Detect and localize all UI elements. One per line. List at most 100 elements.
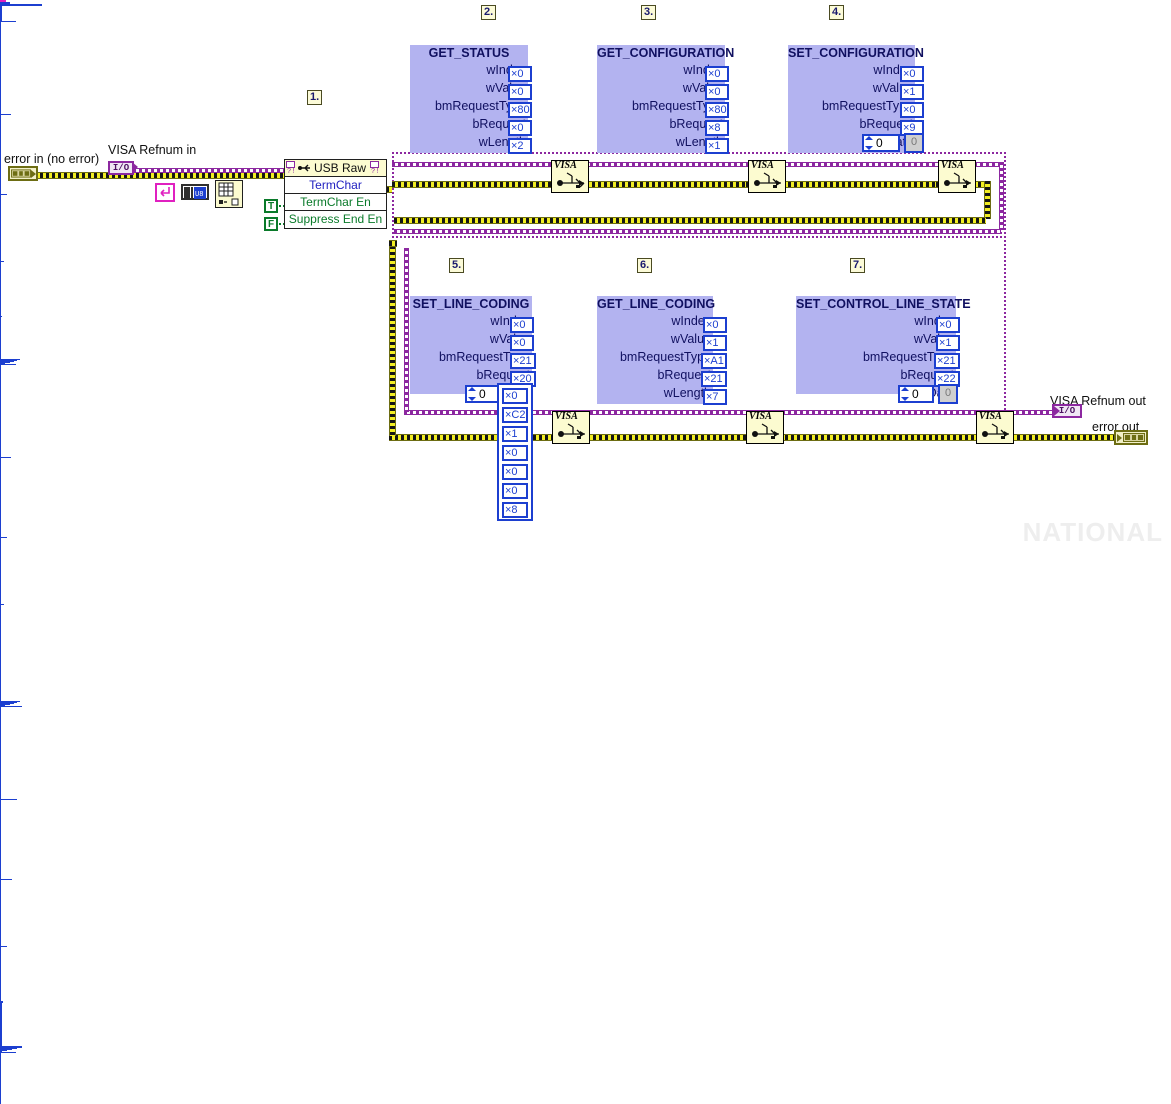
label-bmrequesttype: bmRequestType <box>619 350 711 364</box>
visa-bus-bottom <box>404 410 1004 415</box>
constant-wvalue[interactable]: ×0 <box>705 84 729 100</box>
frame-number-1: 1. <box>307 90 323 105</box>
constant-bmrequesttype[interactable]: ×0 <box>900 102 924 118</box>
constant-wvalue[interactable]: ×1 <box>936 335 960 351</box>
constant-brequest[interactable]: ×8 <box>705 120 729 136</box>
data-numeric-control-4[interactable]: 0 <box>862 134 900 152</box>
error-wire-main <box>34 172 284 179</box>
array-item-3[interactable]: ×0 <box>502 445 528 461</box>
constant-windex[interactable]: ×0 <box>508 66 532 82</box>
data-value: 0 <box>479 387 486 401</box>
panel-title-set-configuration: SET_CONFIGURATION <box>788 46 924 60</box>
usb-transfer-icon-5 <box>558 423 585 439</box>
data-array-display-4[interactable]: 0 <box>904 133 924 153</box>
usb-raw-header: ?! USB Raw ?! <box>285 160 386 177</box>
frame-number-6: 6. <box>637 258 653 273</box>
array-item-1[interactable]: ×C2 <box>502 407 528 423</box>
data-numeric-control-7[interactable]: 0 <box>898 385 934 403</box>
error-out-terminal[interactable] <box>1114 430 1148 445</box>
constant-wlength[interactable]: ×2 <box>508 138 532 154</box>
array-item-6[interactable]: ×8 <box>502 502 528 518</box>
visa-bus-bottom-left <box>404 248 409 412</box>
frame-number-2: 2. <box>481 5 497 20</box>
property-termchar-en[interactable]: TermChar En <box>285 194 386 211</box>
constant-brequest[interactable]: ×21 <box>701 371 727 387</box>
boolean-true-constant[interactable]: T <box>264 199 278 213</box>
frame-number-3: 3. <box>641 5 657 20</box>
visa-usb-control-node-3[interactable]: VISA <box>748 160 786 193</box>
constant-bmrequesttype[interactable]: ×21 <box>934 353 960 369</box>
data-array-display-7[interactable]: 0 <box>938 384 958 404</box>
constant-windex[interactable]: ×0 <box>510 317 534 333</box>
constant-windex[interactable]: ×0 <box>936 317 960 333</box>
visa-usb-control-node-2[interactable]: VISA <box>551 160 589 193</box>
visa-refnum-out-arrow <box>1054 406 1060 416</box>
index-array-function[interactable] <box>215 180 243 208</box>
termchar-string-constant[interactable] <box>155 183 175 202</box>
panel-title-get-status: GET_STATUS <box>428 46 510 60</box>
wire-termchar-vert <box>0 6 2 21</box>
spinner-arrows[interactable] <box>865 136 873 150</box>
usb-icon <box>298 164 310 172</box>
wire-index-to-termchar <box>0 4 42 6</box>
constant-bmrequesttype[interactable]: ×A1 <box>701 353 727 369</box>
constant-wlength[interactable]: ×7 <box>703 389 727 405</box>
visa-label-2: VISA <box>554 160 577 171</box>
constant-bmrequesttype[interactable]: ×80 <box>705 102 729 118</box>
constant-brequest[interactable]: ×0 <box>508 120 532 136</box>
property-suppress-end-en[interactable]: Suppress End En <box>285 211 386 227</box>
constant-wvalue[interactable]: ×0 <box>508 84 532 100</box>
visa-label-3: VISA <box>751 160 774 171</box>
visa-bus-top-wrap <box>999 162 1004 230</box>
svg-text:?!: ?! <box>371 168 379 175</box>
visa-bus-top-return <box>394 229 1001 234</box>
usb-raw-title: USB Raw <box>314 161 367 175</box>
data-numeric-control-5[interactable]: 0 <box>465 385 501 403</box>
visa-label-6: VISA <box>749 411 772 422</box>
constant-windex[interactable]: ×0 <box>705 66 729 82</box>
spinner-arrows[interactable] <box>468 387 476 401</box>
array-item-0[interactable]: ×0 <box>502 388 528 404</box>
panel-title-set-line-coding: SET_LINE_CODING <box>412 297 530 311</box>
panel-get-line-coding: GET_LINE_CODING wIndex wValue bmRequestT… <box>597 296 715 404</box>
visa-usb-control-node-4[interactable]: VISA <box>938 160 976 193</box>
constant-wvalue[interactable]: ×1 <box>703 335 727 351</box>
data-value: 0 <box>912 387 919 401</box>
constant-windex[interactable]: ×0 <box>900 66 924 82</box>
constant-bmrequesttype[interactable]: ×80 <box>508 102 532 118</box>
property-termchar[interactable]: TermChar <box>285 177 386 194</box>
visa-bus-top <box>392 162 1000 167</box>
error-bus-top-return <box>394 217 986 224</box>
visa-refnum-in-terminal[interactable]: I/O <box>108 161 134 175</box>
frame-number-7: 7. <box>850 258 866 273</box>
visa-label-7: VISA <box>979 411 1002 422</box>
error-in-terminal[interactable] <box>8 166 38 181</box>
constant-wvalue[interactable]: ×0 <box>510 335 534 351</box>
usb-raw-property-node[interactable]: ?! USB Raw ?! TermChar TermChar En Suppr… <box>284 159 387 229</box>
visa-wire-in <box>133 168 285 173</box>
visa-label-4: VISA <box>941 160 964 171</box>
panel-title-set-control-line-state: SET_CONTROL_LINE_STATE <box>796 297 971 311</box>
panel-set-control-line-state: SET_CONTROL_LINE_STATE wIndex wValue bmR… <box>796 296 971 400</box>
array-item-5[interactable]: ×0 <box>502 483 528 499</box>
svg-text:U8: U8 <box>195 191 203 199</box>
boolean-false-constant[interactable]: F <box>264 217 278 231</box>
line-coding-array-constant[interactable]: ×0 ×C2 ×1 ×0 ×0 ×0 ×8 <box>497 383 533 521</box>
constant-wvalue[interactable]: ×1 <box>900 84 924 100</box>
panel-title-get-configuration: GET_CONFIGURATION <box>597 46 735 60</box>
usb-transfer-icon-4 <box>944 172 971 188</box>
visa-refnum-in-arrow <box>132 162 138 172</box>
usb-transfer-icon-2 <box>557 172 585 188</box>
constant-bmrequesttype[interactable]: ×21 <box>510 353 536 369</box>
visa-usb-control-node-7[interactable]: VISA <box>976 411 1014 444</box>
array-item-4[interactable]: ×0 <box>502 464 528 480</box>
visa-usb-control-node-6[interactable]: VISA <box>746 411 784 444</box>
visa-usb-control-node-5[interactable]: VISA <box>552 411 590 444</box>
array-item-2[interactable]: ×1 <box>502 426 528 442</box>
constant-windex[interactable]: ×0 <box>703 317 727 333</box>
spinner-arrows[interactable] <box>901 387 909 401</box>
string-to-byte-array-constant[interactable]: U8 <box>181 184 209 200</box>
error-in-label: error in (no error) <box>4 152 100 166</box>
constant-wlength[interactable]: ×1 <box>705 138 729 154</box>
visa-label-5: VISA <box>555 411 578 422</box>
